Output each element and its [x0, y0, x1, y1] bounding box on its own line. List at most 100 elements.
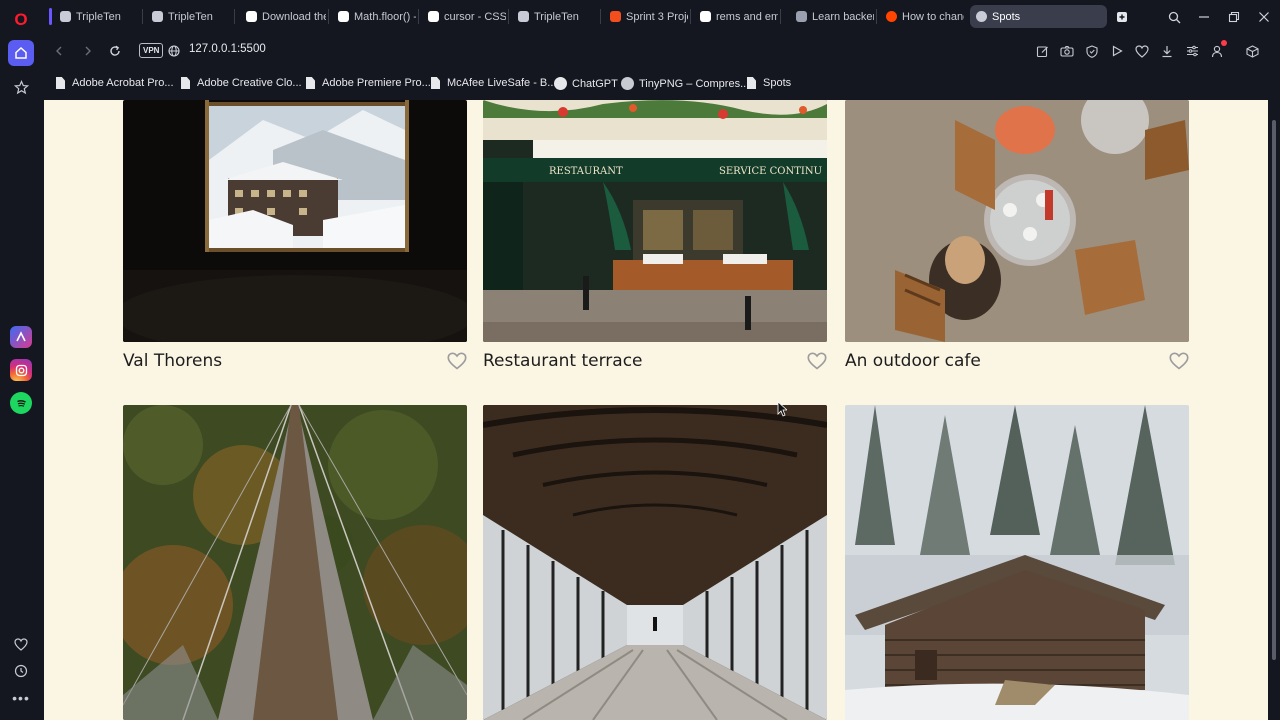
- like-heart-icon[interactable]: [807, 352, 827, 371]
- instagram-icon[interactable]: [10, 359, 32, 381]
- bookmarks-bar: Adobe Acrobat Pro... Adobe Creative Clo.…: [42, 68, 1280, 99]
- bookmark-label: Adobe Creative Clo...: [197, 77, 302, 89]
- globe-icon[interactable]: [165, 42, 183, 60]
- vpn-badge[interactable]: VPN: [139, 43, 164, 58]
- shield-icon[interactable]: [1084, 43, 1100, 59]
- tab-separator: [142, 9, 143, 24]
- card-title: Val Thorens: [123, 351, 223, 371]
- globe-icon: [976, 11, 987, 22]
- card-image-suspension-bridge[interactable]: [123, 405, 467, 720]
- bookmark-label: TinyPNG – Compres...: [639, 77, 750, 90]
- card-image-outdoor-cafe[interactable]: [845, 100, 1189, 342]
- bookmark-adobe-premiere[interactable]: Adobe Premiere Pro...: [306, 77, 431, 89]
- card: RESTAURANT SERVICE CONTINU Restaurant te…: [483, 100, 827, 371]
- url-field[interactable]: 127.0.0.1:5500: [189, 43, 266, 55]
- tab-separator: [690, 9, 691, 24]
- tab-7[interactable]: Sprint 3 Projec: [604, 5, 688, 28]
- tab-6[interactable]: TripleTen: [512, 5, 598, 28]
- like-heart-icon[interactable]: [1169, 352, 1189, 371]
- minimize-icon[interactable]: [1195, 8, 1213, 26]
- bookmarks-icon[interactable]: [8, 74, 34, 100]
- page-viewport: Val Thorens RESTAURANT SERVICE CONTINU R…: [44, 100, 1268, 720]
- bookmark-label: Adobe Acrobat Pro...: [72, 77, 174, 89]
- document-icon: [56, 77, 65, 89]
- card: Val Thorens: [123, 100, 467, 371]
- bookmark-label: ChatGPT: [572, 77, 618, 90]
- opera-logo-icon[interactable]: O: [8, 7, 34, 33]
- forward-icon[interactable]: [79, 42, 97, 60]
- tab-label: Math.floor() - J: [354, 10, 416, 23]
- back-icon[interactable]: [50, 42, 68, 60]
- browser-sidebar: O •••: [0, 0, 42, 720]
- close-window-icon[interactable]: [1255, 8, 1273, 26]
- bookmark-label: Spots: [763, 77, 792, 89]
- tab-separator: [234, 9, 235, 24]
- aria-icon[interactable]: [10, 326, 32, 348]
- bookmark-chatgpt[interactable]: ChatGPT: [554, 77, 618, 90]
- medium-icon: [700, 11, 711, 22]
- history-icon[interactable]: [10, 660, 32, 682]
- bookmark-mcafee[interactable]: McAfee LiveSafe - B...: [431, 77, 556, 89]
- tab-11[interactable]: Spots: [970, 5, 1107, 28]
- tab-label: TripleTen: [534, 10, 579, 23]
- svg-text:SERVICE CONTINU: SERVICE CONTINU: [719, 166, 822, 177]
- player-icon[interactable]: [1109, 43, 1125, 59]
- tripleten-icon: [518, 11, 529, 22]
- tab-label: TripleTen: [168, 10, 213, 23]
- more-icon[interactable]: •••: [10, 687, 32, 709]
- scrollbar-thumb[interactable]: [1272, 120, 1276, 660]
- tab-9[interactable]: Learn backend: [790, 5, 874, 28]
- bookmark-label: McAfee LiveSafe - B...: [447, 77, 557, 89]
- document-icon: [747, 77, 756, 89]
- home-icon[interactable]: [8, 40, 34, 66]
- tab-5[interactable]: cursor - CSS: C: [422, 5, 506, 28]
- bookmark-adobe-acrobat[interactable]: Adobe Acrobat Pro...: [56, 77, 174, 89]
- tab-4[interactable]: Math.floor() - J: [332, 5, 416, 28]
- tab-label: rems and ems: [716, 10, 778, 23]
- download-icon[interactable]: [1159, 43, 1175, 59]
- tab-8[interactable]: rems and ems: [694, 5, 778, 28]
- new-tab-button[interactable]: [1113, 8, 1131, 26]
- tab-3[interactable]: Download the: [240, 5, 326, 28]
- tab-separator: [418, 9, 419, 24]
- heart-icon[interactable]: [1134, 43, 1150, 59]
- mdn-icon: [428, 11, 439, 22]
- search-tabs-icon[interactable]: [1165, 8, 1183, 26]
- reload-icon[interactable]: [106, 42, 124, 60]
- reddit-icon: [886, 11, 897, 22]
- tab-label: TripleTen: [76, 10, 121, 23]
- tab-label: cursor - CSS: C: [444, 10, 506, 23]
- card: [123, 405, 467, 720]
- card-image-val-thorens[interactable]: [123, 100, 467, 342]
- tab-1[interactable]: TripleTen: [54, 5, 140, 28]
- restore-icon[interactable]: [1225, 8, 1243, 26]
- bookmark-icon: [796, 11, 807, 22]
- card-image-covered-walkway[interactable]: [483, 405, 827, 720]
- tab-10[interactable]: How to change: [880, 5, 964, 28]
- camera-icon[interactable]: [1059, 43, 1075, 59]
- tripleten-icon: [60, 11, 71, 22]
- bookmark-label: Adobe Premiere Pro...: [322, 77, 431, 89]
- card-image-snowy-cabin[interactable]: [845, 405, 1189, 720]
- spotify-icon[interactable]: [10, 392, 32, 414]
- notification-dot: [1221, 40, 1227, 46]
- easy-setup-icon[interactable]: [1184, 43, 1200, 59]
- tab-label: Spots: [992, 10, 1021, 23]
- tab-separator: [876, 9, 877, 24]
- tab-label: Learn backend: [812, 10, 874, 23]
- bookmark-adobe-creative-cloud[interactable]: Adobe Creative Clo...: [181, 77, 302, 89]
- tab-label: How to change: [902, 10, 964, 23]
- tab-2[interactable]: TripleTen: [146, 5, 232, 28]
- extensions-cube-icon[interactable]: [1244, 43, 1260, 59]
- like-heart-icon[interactable]: [447, 352, 467, 371]
- bookmark-spots[interactable]: Spots: [747, 77, 791, 89]
- bookmark-tinypng[interactable]: TinyPNG – Compres...: [621, 77, 749, 90]
- card-image-restaurant-terrace[interactable]: RESTAURANT SERVICE CONTINU: [483, 100, 827, 342]
- my-flow-heart-icon[interactable]: [10, 633, 32, 655]
- tab-separator: [508, 9, 509, 24]
- edit-note-icon[interactable]: [1034, 43, 1050, 59]
- mouse-cursor-icon: [777, 401, 787, 417]
- tab-separator: [600, 9, 601, 24]
- chatgpt-icon: [554, 77, 567, 90]
- gear-icon: [246, 11, 257, 22]
